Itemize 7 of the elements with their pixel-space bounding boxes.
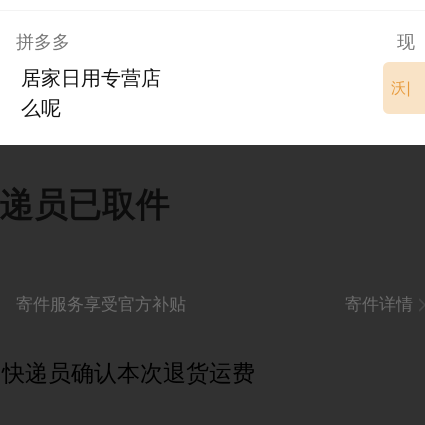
time-label: 现 (397, 31, 415, 54)
shop-name: 居家日用专营店 (21, 65, 161, 92)
details-link[interactable]: 寄件详情 (345, 293, 413, 316)
shop-logo: 沃| (383, 62, 425, 114)
subsidy-note: 寄件服务享受官方补贴 (16, 294, 187, 316)
message-preview: 么呢 (21, 95, 62, 122)
app-name: 拼多多 (16, 31, 70, 54)
